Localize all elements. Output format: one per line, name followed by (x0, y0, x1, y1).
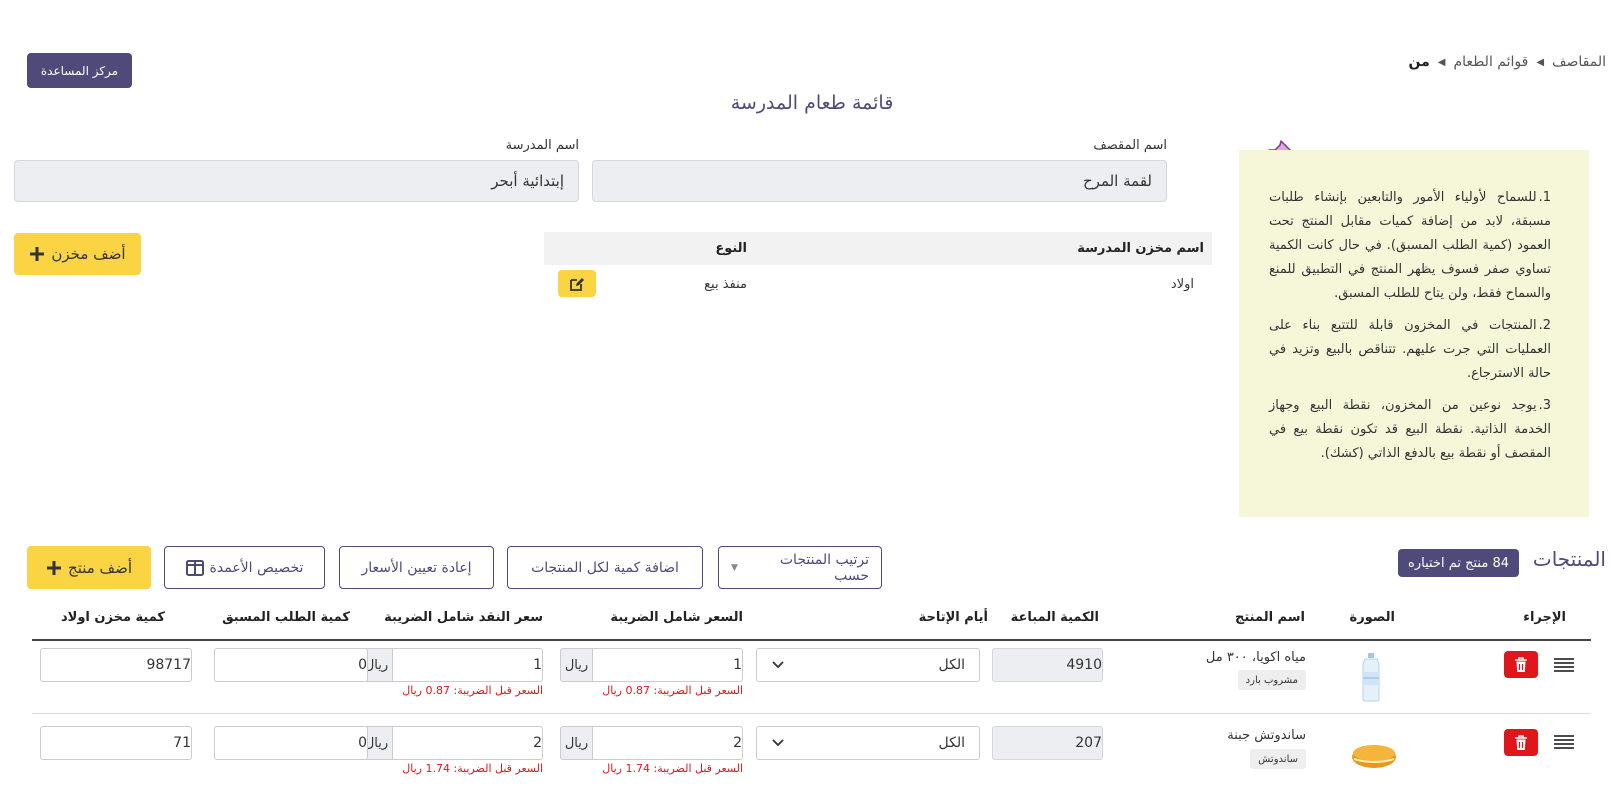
delete-product-button[interactable] (1504, 651, 1538, 678)
chevron-down-icon (772, 661, 784, 669)
product-thumbnail (1362, 653, 1380, 702)
product-name: مياه اكويا، ٣٠٠ مل (1205, 650, 1306, 665)
chevron-left-icon: ◀ (1437, 56, 1446, 68)
canteen-name-field[interactable]: لقمة المرح (592, 160, 1167, 202)
price-input-group: 2 ريال (560, 726, 743, 760)
plus-icon (47, 560, 62, 575)
canteen-name-label: اسم المقصف (1093, 138, 1167, 153)
selected-count-badge: 84 منتج تم اختياره (1398, 549, 1519, 577)
currency-addon: ريال (560, 648, 593, 682)
stock-quantity-input[interactable]: 98717 (40, 648, 192, 682)
price-column-header: السعر شامل الضريبة (610, 610, 743, 625)
breadcrumb-item-canteens[interactable]: المقاصف (1552, 54, 1606, 70)
preorder-quantity-input[interactable]: 0 (214, 726, 368, 760)
drag-handle-icon[interactable] (1554, 734, 1574, 750)
chevron-down-icon (772, 739, 784, 747)
cash-price-input-group: 2 ريال (360, 726, 543, 760)
school-name-field[interactable]: إبتدائية أبحر (14, 160, 579, 202)
image-column-header: الصورة (1349, 610, 1395, 625)
product-category-tag: ساندوتش (1250, 749, 1306, 769)
stock-quantity-input[interactable]: 71 (40, 726, 192, 760)
delete-product-button[interactable] (1504, 729, 1538, 756)
edit-warehouse-button[interactable] (558, 270, 596, 297)
instruction-item: 2.المنتجات في المخزون قابلة للتتبع بناء … (1269, 318, 1551, 381)
products-title: المنتجات (1532, 547, 1606, 571)
add-quantity-all-button[interactable]: اضافة كمية لكل المنتجات (507, 546, 703, 589)
availability-days-value: الكل (938, 735, 966, 751)
preorder-quantity-input[interactable]: 0 (214, 648, 368, 682)
availability-days-select[interactable]: الكل (756, 726, 980, 760)
product-thumbnail (1352, 745, 1396, 768)
table-header-divider (32, 639, 1591, 641)
trash-icon (1515, 734, 1527, 750)
trash-icon (1515, 656, 1527, 672)
preorder-column-header: كمية الطلب المسبق (222, 610, 350, 625)
instructions-panel: 1.للسماح لأولياء الأمور والتابعين بإنشاء… (1239, 150, 1589, 517)
product-name-column-header: اسم المنتج (1235, 610, 1305, 625)
price-input[interactable]: 1 (593, 648, 743, 682)
sold-quantity-field: 4910 (992, 648, 1103, 682)
cash-pre-tax-price: السعر قبل الضريبة: 0.87 ريال (402, 684, 543, 697)
columns-icon (185, 559, 204, 576)
availability-days-column-header: أيام الإتاحة (918, 610, 988, 625)
warehouse-type-header: النوع (715, 241, 747, 256)
breadcrumb-current: من (1408, 54, 1430, 70)
stock-column-header: كمية مخزن اولاد (60, 610, 165, 625)
price-input[interactable]: 2 (593, 726, 743, 760)
warehouse-table: اسم مخزن المدرسة النوع اولاد منفذ بيع (544, 232, 1212, 303)
add-product-label: أضف منتج (68, 558, 132, 577)
page-title: قائمة طعام المدرسة (730, 92, 894, 114)
customize-columns-label: تخصيص الأعمدة (209, 559, 304, 576)
currency-addon: ريال (560, 726, 593, 760)
drag-handle-icon[interactable] (1554, 657, 1574, 673)
sort-products-dropdown[interactable]: ترتيب المنتجات حسب ▼ (718, 546, 882, 589)
sold-quantity-column-header: الكمية المباعة (1010, 610, 1099, 625)
warehouse-row: اولاد منفذ بيع (544, 265, 1212, 303)
reset-prices-button[interactable]: إعادة تعيين الأسعار (339, 546, 494, 589)
sort-products-label: ترتيب المنتجات حسب (779, 551, 869, 584)
price-input-group: 1 ريال (560, 648, 743, 682)
instruction-item: 3.يوجد نوعين من المخزون، نقطة البيع وجها… (1269, 398, 1551, 461)
breadcrumb: المقاصف ◀ قوائم الطعام ◀ من (1409, 54, 1606, 70)
help-center-button[interactable]: مركز المساعدة (27, 53, 132, 88)
warehouse-name: اولاد (1170, 276, 1194, 292)
availability-days-value: الكل (938, 657, 966, 673)
row-divider (32, 713, 1591, 714)
cash-price-input[interactable]: 1 (393, 648, 543, 682)
product-category-tag: مشروب بارد (1237, 670, 1306, 690)
add-warehouse-label: أضف مخزن (51, 245, 126, 263)
warehouse-table-header: اسم مخزن المدرسة النوع (544, 232, 1212, 265)
pre-tax-price: السعر قبل الضريبة: 1.74 ريال (602, 762, 743, 775)
sold-quantity-field: 207 (992, 726, 1103, 760)
cash-pre-tax-price: السعر قبل الضريبة: 1.74 ريال (402, 762, 543, 775)
cash-price-input-group: 1 ريال (360, 648, 543, 682)
warehouse-type: منفذ بيع (704, 276, 747, 292)
instruction-item: 1.للسماح لأولياء الأمور والتابعين بإنشاء… (1269, 190, 1551, 301)
cash-price-input[interactable]: 2 (393, 726, 543, 760)
chevron-left-icon: ◀ (1536, 56, 1545, 68)
add-warehouse-button[interactable]: أضف مخزن (14, 233, 141, 275)
cash-price-column-header: سعر النقد شامل الضريبة (384, 610, 543, 625)
warehouse-name-header: اسم مخزن المدرسة (1077, 241, 1204, 256)
add-product-button[interactable]: أضف منتج (27, 546, 151, 589)
plus-icon (30, 247, 45, 261)
product-name: ساندوتش جبنة (1227, 728, 1306, 743)
caret-down-icon: ▼ (731, 562, 738, 573)
school-name-label: اسم المدرسة (505, 138, 579, 153)
edit-icon (570, 277, 584, 291)
action-column-header: الإجراء (1523, 610, 1566, 625)
pre-tax-price: السعر قبل الضريبة: 0.87 ريال (602, 684, 743, 697)
availability-days-select[interactable]: الكل (756, 648, 980, 682)
customize-columns-button[interactable]: تخصيص الأعمدة (164, 546, 325, 589)
breadcrumb-item-menus[interactable]: قوائم الطعام (1454, 54, 1529, 70)
